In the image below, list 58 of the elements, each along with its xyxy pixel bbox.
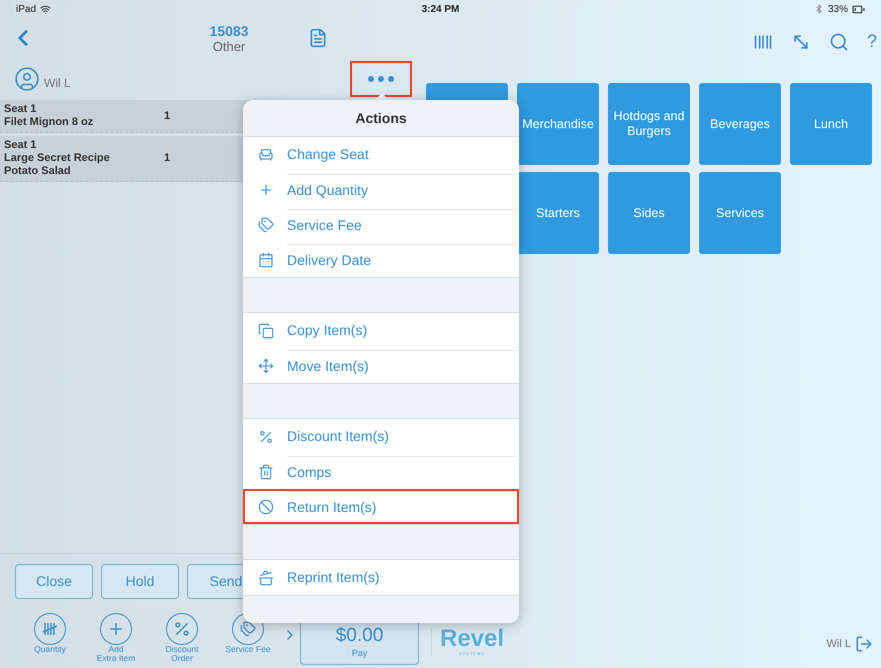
brand-logo: Revel [440,627,504,651]
action-item[interactable]: Discount Item(s) [243,419,519,454]
tags-icon [258,216,274,232]
user-icon [14,66,40,92]
percent-icon [258,428,274,444]
device-name: iPad [16,2,36,16]
category-tile[interactable]: Starters [517,172,599,254]
item-quantity: 1 [164,110,170,122]
search-icon[interactable] [828,32,849,52]
item-name: Large Secret Recipe Potato Salad [4,152,111,178]
order-action-button[interactable]: Hold [101,564,179,599]
action-item[interactable]: Move Item(s) [243,348,519,383]
pot-icon [258,570,274,586]
tally-icon [42,621,58,637]
seat-label: Seat 1 [4,103,38,116]
server-name: Wil L [44,75,71,92]
copy-icon [258,322,274,338]
quick-action-button[interactable]: Quantity [20,613,80,663]
wifi-icon [40,4,52,14]
action-item[interactable]: Reprint Item(s) [243,560,519,595]
move-icon [258,358,274,374]
order-number: 15083 [210,22,248,38]
popover-title: Actions [355,108,407,128]
category-tile[interactable]: Lunch [790,83,872,165]
order-type: Other [212,38,246,54]
action-item[interactable]: Return Item(s) [243,489,519,524]
category-tile[interactable]: Beverages [699,83,781,165]
action-item[interactable]: Copy Item(s) [243,313,519,348]
battery-percent: 33% [828,2,848,16]
item-quantity: 1 [164,152,170,165]
footer-user: Wil L [826,636,851,652]
more-button[interactable] [350,61,412,97]
clock: 3:24 PM [422,2,460,16]
action-item[interactable]: Comps [243,454,519,489]
category-tile[interactable]: Sides [608,172,690,254]
action-item[interactable]: Service Fee [243,207,519,242]
bluetooth-icon [814,4,824,14]
order-action-button[interactable]: Close [15,564,93,599]
action-item[interactable]: Delivery Date [243,242,519,277]
document-icon [308,28,328,48]
help-button[interactable]: ? [866,28,877,55]
document-button[interactable] [308,28,328,48]
quick-action-button[interactable]: Add Extra Item [86,613,146,663]
seat-label: Seat 1 [4,139,38,152]
category-tile[interactable]: Merchandise [517,83,599,165]
battery-icon [852,2,865,16]
percent-icon [173,620,191,638]
armchair-icon [258,146,274,162]
plus-icon [107,620,125,638]
category-tile[interactable]: Services [699,172,781,254]
logout-icon[interactable] [855,635,873,653]
tags-icon [240,621,256,637]
category-tile[interactable]: Hotdogs and Burgers [608,83,690,165]
quick-action-button[interactable]: Discount Order [152,613,212,663]
ban-icon [258,498,274,514]
trash-icon [258,464,274,480]
item-name: Filet Mignon 8 oz [4,116,94,129]
calendar-icon [258,252,274,268]
